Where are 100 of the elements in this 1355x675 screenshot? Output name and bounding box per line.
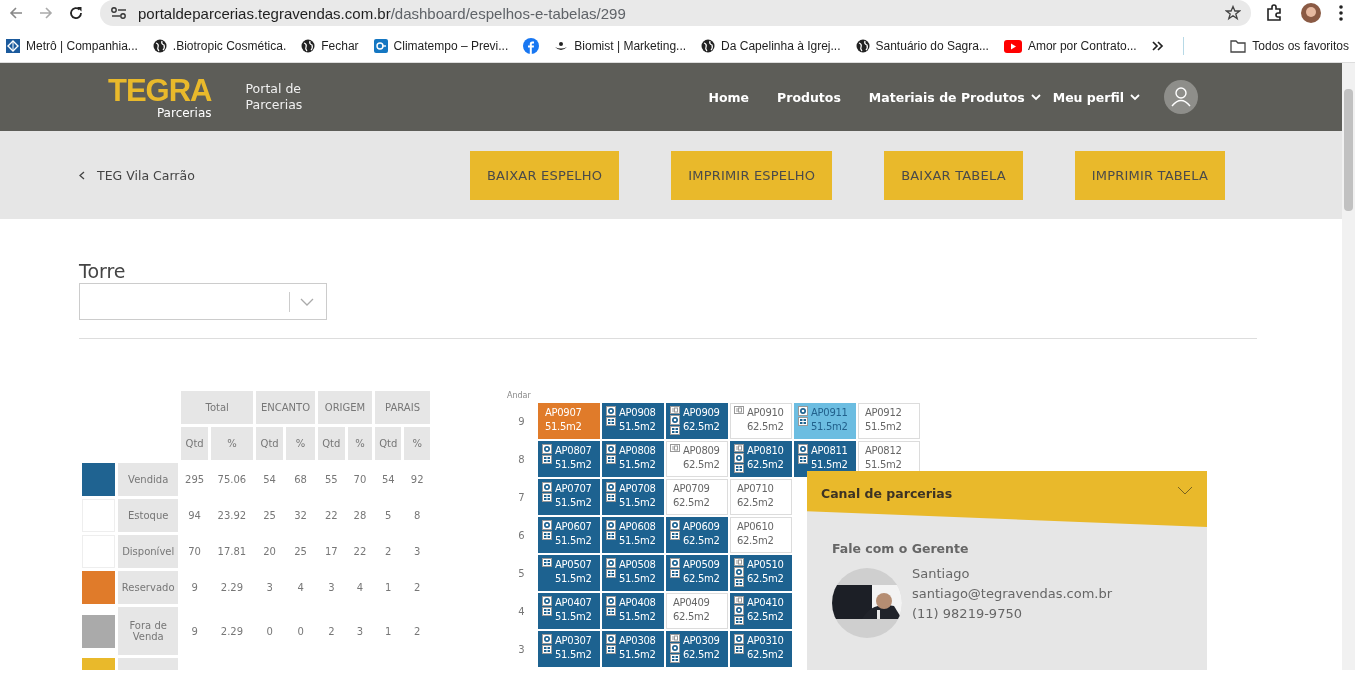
table-cell-text: 68 [293, 473, 308, 487]
unit-cell[interactable]: AP0407 51.5m2 [538, 593, 600, 629]
unit-cell[interactable]: AP0508 51.5m2 [602, 555, 664, 591]
unit-cell[interactable]: AP0710 62.5m2 [730, 479, 792, 515]
scrollbar[interactable] [1342, 63, 1355, 670]
column-header: % [404, 427, 430, 460]
floor-axis-label: Andar [507, 391, 532, 401]
bookmark[interactable]: Da Capelinha à Igrej... [701, 37, 841, 55]
table-cell-text: 5 [384, 509, 393, 523]
more-chevrons-icon[interactable] [1151, 41, 1164, 51]
extension-icon[interactable] [1265, 4, 1283, 22]
metro-icon [6, 39, 20, 53]
url-text: portaldeparcerias.tegravendas.com.br/dashboard/espelhos-e-tabelas/299 [138, 4, 626, 22]
table-cell-text: 17 [323, 545, 339, 559]
nav-link[interactable]: Materiais de Produtos [868, 89, 1041, 105]
table-cell-text: 2 [384, 545, 393, 559]
action-button[interactable]: IMPRIMIR TABELA [1074, 150, 1226, 200]
row-label: Vendida [118, 463, 179, 496]
table-cell-text: 8 [413, 509, 422, 523]
unit-cell[interactable]: AP0708 51.5m2 [602, 479, 664, 515]
unit-cell[interactable]: AP0408 51.5m2 [602, 593, 664, 629]
column-header: Qtd [375, 427, 402, 460]
column-header: PARAIS [375, 391, 430, 424]
unit-cell[interactable]: AP0908 51.5m2 [602, 403, 664, 439]
unit-cell[interactable]: AP0707 51.5m2 [538, 479, 600, 515]
menu-icon[interactable] [1339, 5, 1343, 21]
row-label: Estoque [118, 499, 179, 532]
nav-link[interactable]: Meu perfil [1052, 89, 1140, 105]
action-button[interactable]: BAIXAR ESPELHO [470, 150, 620, 200]
nav-link[interactable]: Home [708, 89, 750, 105]
back-link[interactable]: TEG Vila Carrão [79, 167, 470, 183]
unit-cell[interactable]: AP0610 62.5m2 [730, 517, 792, 553]
user-avatar-icon[interactable] [1164, 80, 1198, 114]
panel-header[interactable]: Canal de parcerias [807, 471, 1207, 527]
bookmark[interactable]: Climatempo – Previ... [373, 37, 509, 55]
bookmark[interactable]: .Biotropic Cosmética. [152, 37, 287, 55]
unit-cell[interactable]: AP0409 62.5m2 [666, 593, 728, 629]
bookmark[interactable]: Santuário do Sagra... [855, 37, 989, 55]
manager-name: Santiago [912, 566, 971, 581]
bookmark[interactable]: Metrô | Companhia... [6, 37, 138, 55]
table-cell-text: 3 [265, 581, 274, 595]
unit-cell[interactable]: AP0510 62.5m2 [730, 555, 792, 591]
floor-number: 3 [517, 643, 526, 655]
bookmark[interactable] [523, 36, 540, 56]
unit-cell[interactable]: AP0912 51.5m2 [858, 403, 920, 439]
table-cell-text: 1 [384, 624, 393, 639]
action-button[interactable]: BAIXAR TABELA [884, 150, 1023, 200]
unit-cell[interactable]: AP0909 62.5m2 [666, 403, 728, 439]
address-bar[interactable]: portaldeparcerias.tegravendas.com.br/dashboard/espelhos-e-tabelas/299 [100, 0, 1251, 26]
globe-icon [855, 39, 870, 53]
unit-cell[interactable]: AP0807 51.5m2 [538, 441, 600, 477]
action-button[interactable]: IMPRIMIR ESPELHO [671, 150, 833, 200]
unit-cell[interactable]: AP0808 51.5m2 [602, 441, 664, 477]
table-cell-text: 70 [352, 473, 368, 487]
table-cell-text: 25 [293, 545, 308, 559]
reload-icon[interactable] [68, 5, 84, 21]
unit-cell[interactable]: AP0507 51.5m2 [538, 555, 600, 591]
table-cell-text: 22 [352, 545, 368, 559]
globe-icon [152, 39, 167, 53]
unit-cell[interactable]: AP0308 51.5m2 [602, 631, 664, 667]
unit-cell[interactable]: AP0310 62.5m2 [730, 631, 792, 667]
brand-logo[interactable]: TEGRA [108, 75, 212, 106]
bookmark[interactable]: Todos os favoritos [1230, 37, 1349, 55]
youtube-icon [1003, 39, 1022, 53]
column-header: % [286, 427, 315, 460]
unit-cell[interactable]: AP0410 62.5m2 [730, 593, 792, 629]
floor-number: 8 [517, 453, 526, 465]
table-cell-text: 1 [384, 581, 393, 595]
nav-link[interactable]: Produtos [777, 89, 841, 105]
bookmark[interactable]: Amor por Contrato... [1003, 37, 1137, 55]
table-cell-text: 55 [323, 473, 339, 487]
table-cell-text: 0 [265, 624, 274, 639]
table-cell-text: 22 [323, 509, 339, 523]
facebook-icon [523, 38, 540, 54]
unit-cell[interactable]: AP0709 62.5m2 [666, 479, 728, 515]
unit-cell[interactable]: AP0307 51.5m2 [538, 631, 600, 667]
unit-cell[interactable]: AP0809 62.5m2 [666, 441, 728, 477]
bookmark[interactable]: Fechar [301, 37, 359, 55]
unit-cell[interactable]: AP0309 62.5m2 [666, 631, 728, 667]
bookmark[interactable]: Biomist | Marketing... [554, 37, 687, 55]
section-heading: Fale com o Gerente [832, 541, 970, 556]
table-cell-text: 3 [327, 581, 336, 595]
table-cell-text: 32 [293, 509, 308, 523]
unit-cell[interactable]: AP0609 62.5m2 [666, 517, 728, 553]
unit-cell[interactable]: AP0608 51.5m2 [602, 517, 664, 553]
email-link[interactable]: santiago@tegravendas.com.br [912, 586, 1113, 601]
unit-cell[interactable]: AP0910 62.5m2 [730, 403, 792, 439]
unit-cell[interactable]: AP0509 62.5m2 [666, 555, 728, 591]
row-label: Disponível [118, 535, 179, 568]
table-cell-text: 2.29 [219, 624, 245, 639]
profile-avatar-icon[interactable] [1301, 3, 1321, 23]
site-settings-icon[interactable] [110, 6, 128, 20]
unit-cell[interactable]: AP0607 51.5m2 [538, 517, 600, 553]
panel-title: Canal de parcerias [821, 486, 953, 501]
chevron-down-icon[interactable] [1177, 486, 1193, 495]
star-icon[interactable] [1225, 5, 1241, 21]
unit-cell[interactable]: AP0810 62.5m2 [730, 441, 792, 477]
back-icon[interactable] [8, 5, 24, 21]
chevron-down-icon [1030, 93, 1041, 101]
floor-number: 4 [517, 605, 526, 617]
